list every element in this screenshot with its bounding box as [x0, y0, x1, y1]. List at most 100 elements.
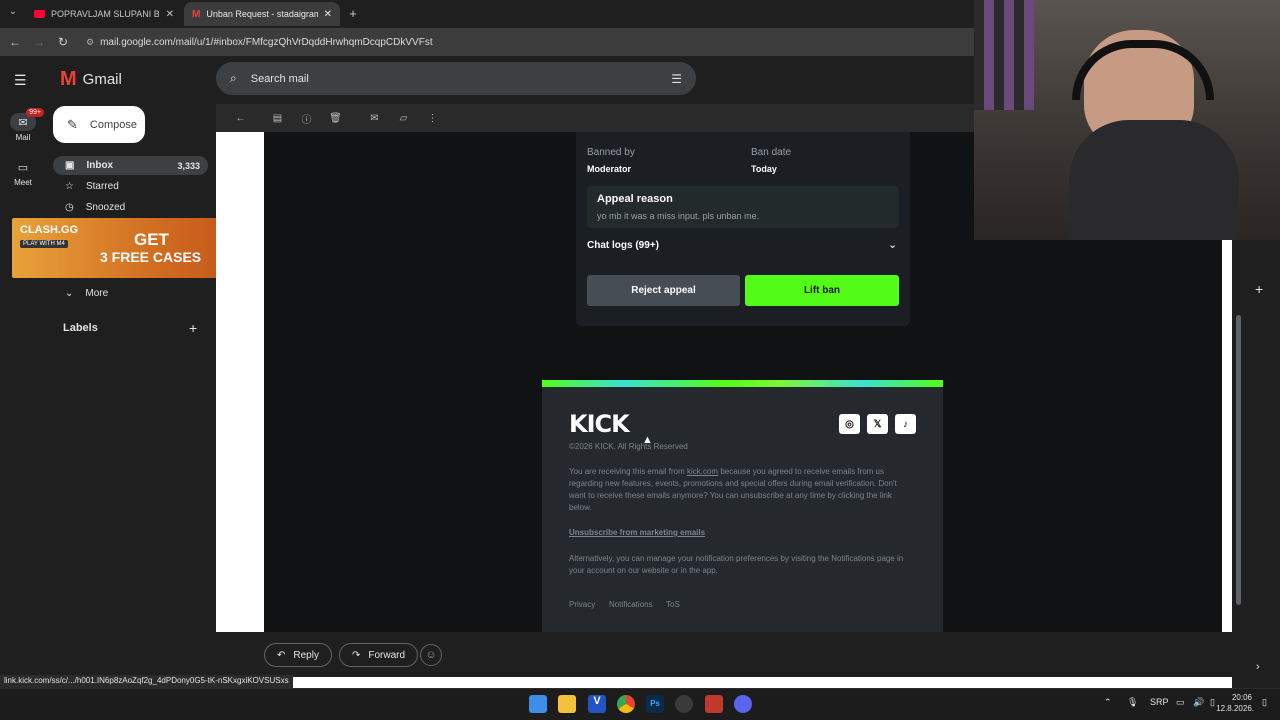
sidebar-item-more[interactable]: ⌄ More [53, 284, 208, 303]
site-info-icon[interactable]: ⚙ [86, 37, 94, 48]
add-label-icon[interactable]: + [189, 320, 197, 336]
forward-icon[interactable]: → [32, 35, 46, 49]
chevron-up-icon[interactable]: ⌃ [1104, 697, 1112, 708]
clock-time[interactable]: 20:06 [1220, 693, 1252, 702]
lift-ban-button[interactable]: Lift ban [745, 275, 899, 306]
windows-start-icon[interactable] [529, 695, 547, 713]
ad-sub: PLAY WITH M4 [20, 240, 68, 248]
reply-button[interactable]: ↶ Reply [264, 643, 332, 667]
banned-by-label: Banned by [587, 147, 635, 158]
labels-heading: Labels [63, 322, 98, 334]
rail-label: Mail [15, 133, 31, 142]
search-bar[interactable]: ⌕ Search mail ☰ [216, 62, 696, 95]
ad-line2: 3 FREE CASES [100, 249, 202, 265]
more-options-icon[interactable]: ⋮ [418, 113, 447, 124]
filter-options-icon[interactable]: ☰ [671, 72, 682, 86]
app-v-icon[interactable]: V [588, 695, 606, 713]
footer-accent-bar [542, 380, 943, 387]
chevron-down-icon[interactable]: ⌄ [888, 238, 897, 251]
delete-icon[interactable]: 🗑 [321, 113, 350, 124]
report-spam-icon[interactable]: ⓘ [292, 111, 321, 126]
sidebar-item-inbox[interactable]: ▣ Inbox 3,333 [53, 156, 208, 175]
url-text: mail.google.com/mail/u/1/#inbox/FMfcgzQh… [100, 36, 433, 48]
tab-title: Unban Request - stadaigram@... [206, 9, 317, 19]
sidebar-item-label: Inbox [86, 160, 114, 171]
obs-icon[interactable] [675, 695, 693, 713]
chat-logs-toggle[interactable]: Chat logs (99+) [587, 240, 659, 251]
move-to-icon[interactable]: ▱ [389, 113, 418, 124]
tab-search-icon[interactable]: ⌄ [4, 6, 22, 22]
reload-icon[interactable]: ↻ [56, 35, 70, 49]
url-field[interactable]: ⚙ mail.google.com/mail/u/1/#inbox/FMfcgz… [86, 33, 966, 51]
inbox-icon: ▣ [65, 160, 75, 171]
search-icon: ⌕ [230, 71, 237, 85]
sidebar-item-label: Starred [85, 181, 119, 192]
streamer-body-image [1069, 120, 1239, 240]
ad-brand: CLASH.GG [20, 224, 79, 236]
gmail-icon: M [192, 8, 201, 20]
archive-icon[interactable]: ▤ [263, 113, 292, 124]
chevron-right-icon[interactable]: › [1256, 661, 1260, 673]
taskbar [0, 688, 1280, 720]
chrome-icon[interactable] [617, 695, 635, 713]
instagram-icon[interactable]: ◎ [839, 414, 860, 434]
privacy-link[interactable]: Privacy [569, 599, 595, 611]
volume-icon[interactable]: 🔊 [1193, 697, 1204, 708]
sidebar-item-snoozed[interactable]: ◷ Snoozed [53, 198, 208, 217]
main-menu-icon[interactable]: ☰ [14, 72, 32, 88]
brand-name: Gmail [82, 70, 122, 88]
tab-youtube[interactable]: POPRAVLJAM SLUPANI BMW M... ✕ [26, 2, 182, 26]
close-icon[interactable]: ✕ [166, 9, 174, 20]
appeal-text: yo mb it was a miss input. pls unban me. [597, 211, 760, 221]
search-input[interactable]: Search mail [251, 73, 309, 85]
kick-logo: KICK [569, 410, 630, 438]
forward-label: Forward [368, 649, 406, 661]
sidebar-item-starred[interactable]: ☆ Starred [53, 177, 208, 196]
add-addon-icon[interactable]: + [1255, 281, 1263, 297]
banned-by-value: Moderator [587, 164, 632, 174]
gmail-icon: M [60, 68, 77, 90]
emoji-reaction-icon[interactable]: ☺ [420, 644, 442, 666]
compose-button[interactable]: ✎ Compose [53, 106, 145, 143]
microphone-icon[interactable]: 🎙 [1127, 697, 1138, 708]
rail-meet[interactable]: ▭ Meet [4, 158, 42, 188]
rail-mail[interactable]: ✉ 99+ Mail [4, 108, 44, 142]
rail-label: Meet [14, 178, 32, 187]
x-icon[interactable]: 𝕏 [867, 414, 888, 434]
sidebar-item-label: Snoozed [85, 202, 126, 213]
gmail-logo[interactable]: M Gmail [60, 69, 122, 89]
reject-appeal-button[interactable]: Reject appeal [587, 275, 740, 306]
tab-title: POPRAVLJAM SLUPANI BMW M... [51, 9, 159, 19]
scrollbar[interactable] [1236, 315, 1241, 605]
notifications-link[interactable]: Notifications [609, 599, 653, 611]
forward-button[interactable]: ↷ Forward [339, 643, 419, 667]
close-icon[interactable]: ✕ [324, 9, 332, 20]
tab-gmail[interactable]: M Unban Request - stadaigram@... ✕ [184, 2, 340, 26]
discord-icon[interactable] [734, 695, 752, 713]
webcam-overlay [974, 0, 1280, 240]
back-icon[interactable]: ← [8, 35, 22, 49]
appeal-title: Appeal reason [597, 193, 673, 205]
mark-unread-icon[interactable]: ✉ [360, 113, 389, 124]
clock-date[interactable]: 12.8.2026. [1214, 704, 1254, 713]
photoshop-icon[interactable]: Ps [646, 695, 664, 713]
file-explorer-icon[interactable] [558, 695, 576, 713]
mail-icon: ✉ 99+ [10, 108, 44, 131]
kick-link[interactable]: kick.com [687, 467, 718, 476]
unsubscribe-link[interactable]: Unsubscribe from marketing emails [569, 527, 705, 539]
notifications-icon[interactable]: ▯ [1262, 697, 1272, 709]
network-icon[interactable]: ▭ [1176, 697, 1185, 708]
new-tab-icon[interactable]: + [345, 6, 361, 22]
language-indicator[interactable]: SRP [1150, 697, 1169, 707]
footer-notice: You are receiving this email from kick.c… [569, 466, 914, 514]
pencil-icon: ✎ [67, 116, 78, 132]
ad-line1: GET [134, 230, 169, 249]
reply-icon: ↶ [277, 649, 286, 661]
mouse-cursor-icon: ▲ [642, 434, 653, 446]
security-app-icon[interactable] [705, 695, 723, 713]
tiktok-icon[interactable]: ♪ [895, 414, 916, 434]
notice-prefix: You are receiving this email from [569, 467, 687, 476]
back-arrow-icon[interactable]: ← [226, 113, 255, 124]
tos-link[interactable]: ToS [666, 599, 680, 611]
ban-date-label: Ban date [751, 147, 792, 158]
